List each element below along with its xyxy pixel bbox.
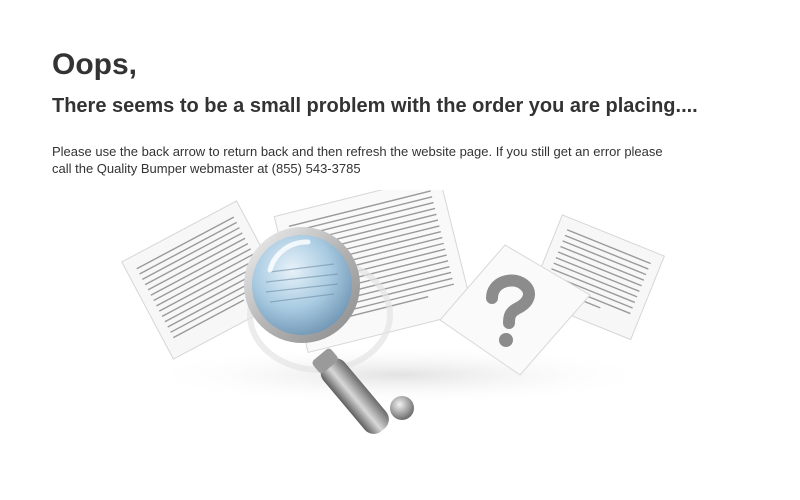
error-heading: Oops,: [52, 48, 138, 81]
error-page: Oops, There seems to be a small problem …: [0, 0, 800, 500]
error-subheading: There seems to be a small problem with t…: [52, 95, 698, 117]
error-illustration: [121, 190, 666, 434]
error-message-line-1: Please use the back arrow to return back…: [52, 144, 663, 159]
error-message-line-2: call the Quality Bumper webmaster at (85…: [52, 161, 361, 176]
error-message: Please use the back arrow to return back…: [52, 143, 752, 177]
